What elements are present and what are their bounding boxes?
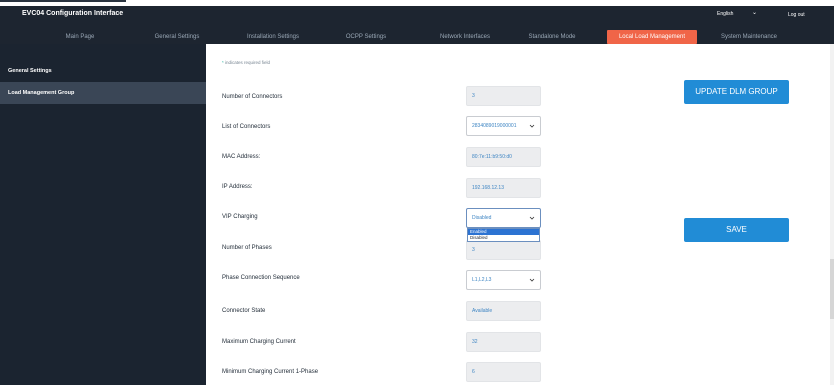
nav-installation-settings[interactable]: Installation Settings: [235, 30, 311, 44]
required-asterisk: *: [222, 60, 224, 65]
nav-network-interfaces[interactable]: Network Interfaces: [430, 30, 500, 44]
top-strip-bar: [0, 0, 126, 2]
label-number-of-connectors: Number of Connectors: [222, 94, 283, 100]
main-nav: Main Page General Settings Installation …: [0, 30, 834, 44]
label-mac-address: MAC Address:: [222, 154, 261, 160]
label-vip-charging: VIP Charging: [222, 214, 258, 220]
language-select[interactable]: English: [717, 11, 733, 17]
sidebar: General Settings Load Management Group: [0, 44, 206, 385]
chevron-down-icon: [529, 124, 535, 128]
list-of-connectors-value: 2834089019000001: [472, 123, 517, 129]
nav-main-page[interactable]: Main Page: [47, 30, 113, 44]
label-minimum-charging-current-1-phase: Minimum Charging Current 1-Phase: [222, 369, 319, 375]
save-button[interactable]: SAVE: [684, 218, 789, 242]
phase-connection-sequence-select[interactable]: L1,L2,L3: [466, 270, 541, 290]
chevron-down-icon[interactable]: ⌄: [752, 9, 757, 16]
sidebar-item-load-management-group[interactable]: Load Management Group: [0, 82, 206, 104]
logout-link[interactable]: Log out: [788, 12, 805, 18]
ip-address-field: 192.168.12.13: [466, 178, 541, 198]
sidebar-item-general-settings[interactable]: General Settings: [0, 60, 206, 82]
number-of-phases-field: 3: [466, 240, 541, 260]
vip-charging-value: Disabled: [472, 215, 492, 221]
label-list-of-connectors: List of Connectors: [222, 124, 271, 130]
scrollbar[interactable]: [830, 44, 834, 385]
top-bar: EVC04 Configuration Interface English ⌄ …: [0, 6, 834, 44]
vip-charging-dropdown: Enabled Disabled: [467, 228, 540, 242]
nav-standalone-mode[interactable]: Standalone Mode: [517, 30, 587, 44]
chevron-down-icon: [529, 216, 535, 220]
label-connector-state: Connector State: [222, 308, 266, 314]
app-title: EVC04 Configuration Interface: [22, 10, 124, 17]
minimum-charging-current-field: 6: [466, 362, 541, 382]
nav-system-maintenance[interactable]: System Maintenance: [714, 30, 784, 44]
label-phase-connection-sequence: Phase Connection Sequence: [222, 275, 300, 281]
phase-connection-sequence-value: L1,L2,L3: [472, 277, 492, 283]
required-note-text: indicates required field: [225, 60, 271, 65]
nav-local-load-management[interactable]: Local Load Management: [607, 30, 697, 44]
update-dlm-group-button[interactable]: UPDATE DLM GROUP: [684, 80, 789, 104]
nav-ocpp-settings[interactable]: OCPP Settings: [336, 30, 396, 44]
label-number-of-phases: Number of Phases: [222, 245, 272, 251]
connector-state-field: Available: [466, 301, 541, 321]
number-of-connectors-field: 3: [466, 86, 541, 106]
label-maximum-charging-current: Maximum Charging Current: [222, 339, 296, 345]
mac-address-field: 80:7e:11:b9:50:d0: [466, 147, 541, 167]
vip-option-disabled[interactable]: Disabled: [468, 235, 539, 241]
scrollbar-thumb[interactable]: [830, 259, 834, 319]
label-ip-address: IP Address:: [222, 184, 253, 190]
list-of-connectors-select[interactable]: 2834089019000001: [466, 116, 541, 136]
nav-general-settings[interactable]: General Settings: [144, 30, 210, 44]
required-note: * indicates required field: [222, 60, 270, 65]
chevron-down-icon: [529, 278, 535, 282]
vip-charging-select[interactable]: Disabled: [466, 208, 541, 228]
maximum-charging-current-field: 32: [466, 332, 541, 352]
